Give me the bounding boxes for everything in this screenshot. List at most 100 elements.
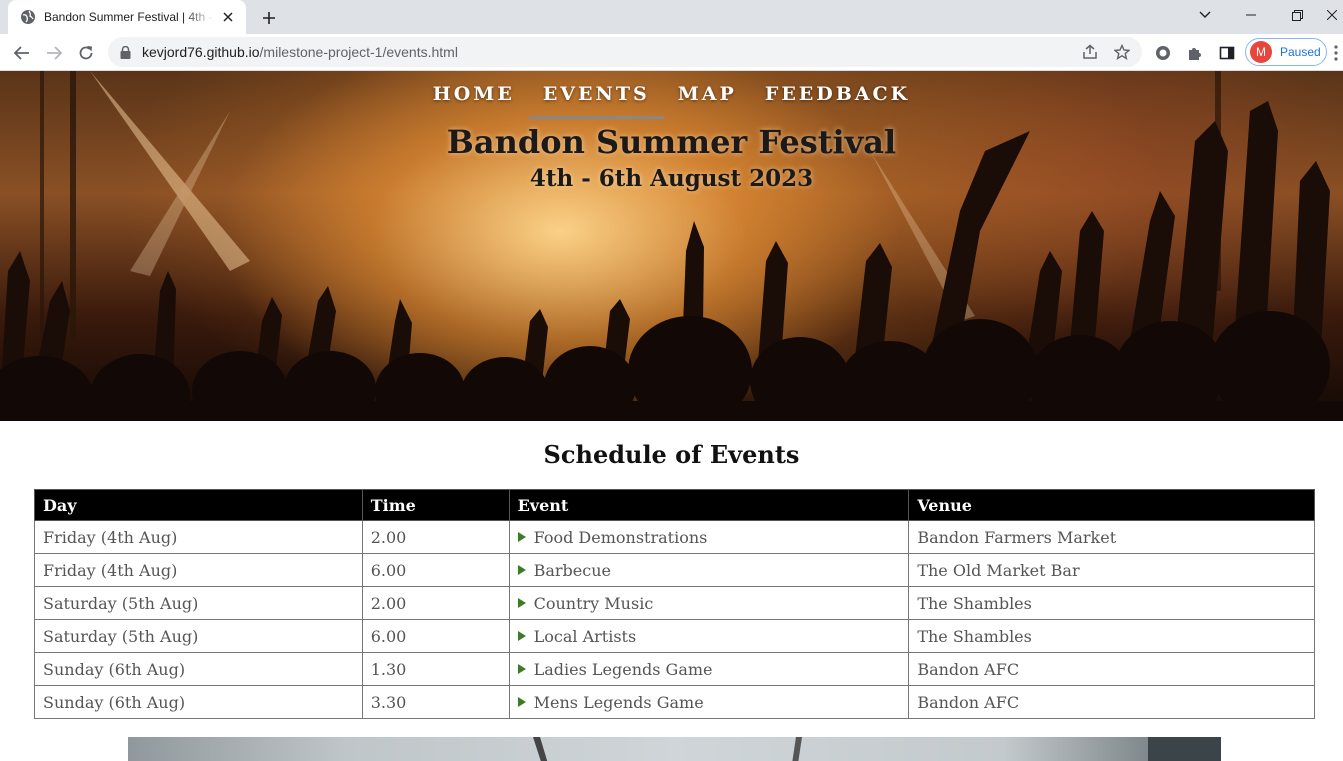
nav-feedback-link[interactable]: FEEDBACK [751, 83, 924, 105]
column-header-venue: Venue [908, 489, 1315, 521]
cell-venue: The Shambles [908, 586, 1315, 620]
hero-banner: HOME EVENTS MAP FEEDBACK Bandon Summer F… [0, 71, 1343, 421]
table-row: Saturday (5th Aug) 2.00 Country Music Th… [34, 586, 1315, 620]
schedule-heading: Schedule of Events [543, 440, 800, 469]
restore-button[interactable] [1274, 0, 1320, 30]
back-button[interactable] [8, 39, 36, 67]
cell-time: 3.30 [361, 685, 510, 719]
event-name: Mens Legends Game [533, 692, 704, 712]
bookmark-button[interactable] [1108, 37, 1136, 67]
cell-event[interactable]: Local Artists [508, 619, 910, 653]
close-icon [1326, 10, 1337, 20]
nav-map-link[interactable]: MAP [664, 83, 751, 105]
share-icon [1083, 44, 1097, 59]
new-tab-button[interactable] [258, 7, 280, 29]
cell-day: Friday (4th Aug) [34, 553, 363, 587]
table-row: Friday (4th Aug) 2.00 Food Demonstration… [34, 520, 1315, 554]
restore-icon [1291, 9, 1303, 21]
event-name: Country Music [533, 593, 654, 613]
cell-venue: Bandon Farmers Market [908, 520, 1315, 554]
column-header-day: Day [34, 489, 363, 521]
table-row: Saturday (5th Aug) 6.00 Local Artists Th… [34, 619, 1315, 653]
globe-icon [20, 9, 36, 25]
shield-extension-icon [1156, 46, 1170, 60]
event-name: Local Artists [533, 626, 637, 646]
event-name: Food Demonstrations [533, 527, 708, 547]
table-row: Friday (4th Aug) 6.00 Barbecue The Old M… [34, 553, 1315, 587]
arrow-right-icon [47, 46, 62, 60]
festival-dates: 4th - 6th August 2023 [529, 165, 814, 192]
nav-home-link[interactable]: HOME [419, 83, 529, 105]
disclosure-triangle-icon [517, 598, 526, 608]
cell-day: Friday (4th Aug) [34, 520, 363, 554]
side-panel-button[interactable] [1213, 39, 1241, 67]
disclosure-triangle-icon [517, 565, 526, 575]
arrow-left-icon [14, 46, 29, 60]
cell-day: Sunday (6th Aug) [34, 652, 363, 686]
table-header-row: Day Time Event Venue [34, 489, 1315, 521]
browser-menu-button[interactable] [1334, 39, 1343, 67]
cell-event[interactable]: Ladies Legends Game [508, 652, 910, 686]
disclosure-triangle-icon [517, 664, 526, 674]
share-button[interactable] [1076, 37, 1104, 67]
festival-title: Bandon Summer Festival [446, 123, 897, 161]
forward-button[interactable] [40, 39, 68, 67]
tab-title: Bandon Summer Festival | 4th - 6th Augus… [44, 10, 214, 24]
disclosure-triangle-icon [517, 697, 526, 707]
minimize-icon [1246, 14, 1256, 16]
lock-icon [120, 45, 132, 59]
venue-photo-graphic [533, 737, 1221, 761]
table-row: Sunday (6th Aug) 1.30 Ladies Legends Gam… [34, 652, 1315, 686]
url-path: /milestone-project-1/events.html [259, 44, 458, 60]
url-host: kevjord76.github.io [142, 44, 260, 60]
cell-day: Saturday (5th Aug) [34, 619, 363, 653]
address-bar[interactable]: kevjord76.github.io/milestone-project-1/… [108, 37, 1142, 67]
tab-search-button[interactable] [1182, 0, 1228, 30]
plus-icon [263, 12, 275, 24]
puzzle-icon [1189, 48, 1201, 60]
minimize-button[interactable] [1228, 0, 1274, 30]
disclosure-triangle-icon [517, 532, 526, 542]
more-vert-icon [1334, 45, 1338, 61]
cell-event[interactable]: Barbecue [508, 553, 910, 587]
cell-time: 2.00 [361, 586, 510, 620]
avatar: M [1250, 41, 1272, 63]
url-text: kevjord76.github.io/milestone-project-1/… [142, 44, 458, 60]
cell-time: 1.30 [361, 652, 510, 686]
cell-venue: The Shambles [908, 619, 1315, 653]
extensions-button[interactable] [1181, 39, 1209, 67]
cell-event[interactable]: Food Demonstrations [508, 520, 910, 554]
cell-time: 6.00 [361, 553, 510, 587]
venue-photo [128, 737, 1221, 761]
window-close-button[interactable] [1320, 0, 1343, 30]
cell-venue: Bandon AFC [908, 652, 1315, 686]
event-name: Ladies Legends Game [533, 659, 713, 679]
events-table: Day Time Event Venue Friday (4th Aug) 2.… [34, 489, 1315, 719]
cell-event[interactable]: Country Music [508, 586, 910, 620]
cell-day: Saturday (5th Aug) [34, 586, 363, 620]
close-icon[interactable] [220, 9, 236, 25]
reload-button[interactable] [72, 39, 100, 67]
chevron-down-icon [1199, 11, 1211, 18]
browser-tabstrip: Bandon Summer Festival | 4th - 6th Augus… [0, 0, 1343, 34]
site-navigation: HOME EVENTS MAP FEEDBACK [0, 83, 1343, 119]
browser-tab[interactable]: Bandon Summer Festival | 4th - 6th Augus… [8, 0, 246, 34]
reload-icon [79, 46, 93, 60]
cell-venue: Bandon AFC [908, 685, 1315, 719]
column-header-event: Event [508, 489, 910, 521]
nav-events-link[interactable]: EVENTS [528, 83, 664, 119]
star-icon [1114, 44, 1130, 60]
profile-status: Paused [1280, 45, 1321, 59]
extension-button[interactable] [1149, 39, 1177, 67]
disclosure-triangle-icon [517, 631, 526, 641]
event-name: Barbecue [533, 560, 611, 580]
cell-time: 2.00 [361, 520, 510, 554]
cell-event[interactable]: Mens Legends Game [508, 685, 910, 719]
cell-day: Sunday (6th Aug) [34, 685, 363, 719]
cell-venue: The Old Market Bar [908, 553, 1315, 587]
browser-toolbar: kevjord76.github.io/milestone-project-1/… [0, 34, 1343, 71]
cell-time: 6.00 [361, 619, 510, 653]
profile-button[interactable]: M Paused [1245, 38, 1327, 66]
web-page: HOME EVENTS MAP FEEDBACK Bandon Summer F… [0, 71, 1343, 761]
side-panel-icon [1219, 46, 1235, 60]
